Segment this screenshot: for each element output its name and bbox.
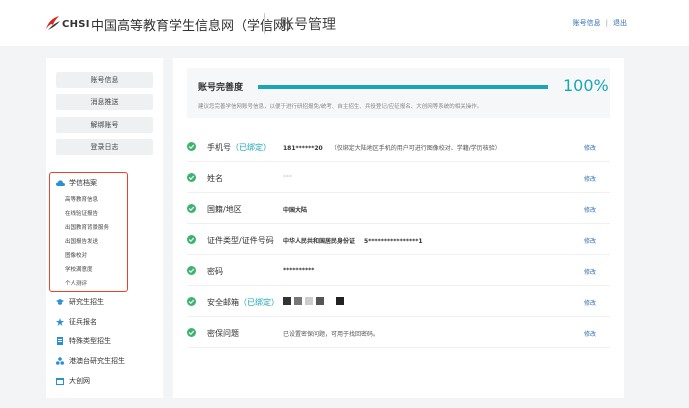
check-circle-icon: [187, 173, 196, 182]
row-label: 密码: [207, 267, 223, 276]
archive-title-label: 学信档案: [69, 179, 97, 187]
sidebar-item-special-admission[interactable]: 特殊类型招生: [56, 336, 111, 346]
completion-note: 建议您完善学信网账号信息，以便于进行研招报免/统考、自主招生、兵役登记/应征报名…: [198, 104, 483, 110]
account-row-id: 证件类型/证件号码 中华人民共和国居民身份证 5****************1…: [187, 225, 610, 255]
row-value: 181******20 （仅绑定大陆地区手机的用户可进行图像校对、学籍/学历核验）: [283, 145, 501, 152]
row-label: 手机号（已绑定）: [207, 143, 271, 152]
id-number: 5****************1: [364, 238, 423, 245]
main-panel: 账号完善度 100% 建议您完善学信网账号信息，以便于进行研招报免/统考、自主招…: [173, 58, 624, 398]
sidebar-item-account-info[interactable]: 账号信息: [56, 72, 153, 88]
edit-password-link[interactable]: 修改: [584, 267, 596, 276]
edit-nationality-link[interactable]: 修改: [584, 205, 596, 214]
archive-item-school-satisfaction[interactable]: 学校满意度: [65, 265, 93, 273]
archive-item-overseas-report[interactable]: 出国报告发送: [65, 237, 98, 245]
sidebar-item-dachuang[interactable]: 大创网: [56, 376, 90, 386]
archive-section: 学信档案 高等教育信息 在线验证报告 出国教育背景服务 出国报告发送 图像校对 …: [49, 172, 128, 292]
page-title: 账号管理: [280, 17, 336, 33]
chsi-logo-icon: [46, 16, 60, 30]
star-icon: [56, 318, 64, 326]
edit-phone-link[interactable]: 修改: [584, 143, 596, 152]
logout-link[interactable]: 退出: [613, 18, 627, 28]
row-label: 安全邮箱（已绑定）: [207, 298, 279, 307]
row-value: ***: [283, 174, 292, 181]
completion-label: 账号完善度: [198, 83, 244, 93]
account-row-nationality: 国籍/地区 中国大陆 修改: [187, 194, 610, 224]
row-value: 中国大陆: [283, 207, 308, 214]
redacted-email: [283, 297, 344, 305]
sidebar-item-conscription[interactable]: 征兵报名: [56, 317, 97, 327]
row-value: **********: [283, 267, 315, 274]
header-divider: [264, 13, 265, 34]
account-row-name: 姓名 *** 修改: [187, 163, 610, 193]
archive-item-overseas-education[interactable]: 出国教育背景服务: [65, 223, 109, 231]
check-circle-icon: [187, 235, 196, 244]
check-circle-icon: [187, 204, 196, 213]
row-note: （仅绑定大陆地区手机的用户可进行图像校对、学籍/学历核验）: [330, 145, 501, 152]
row-label: 国籍/地区: [207, 205, 242, 214]
sidebar: 账号信息 消息推送 解绑账号 登录日志 学信档案 高等教育信息 在线验证报告 出…: [46, 58, 163, 398]
network-icon: [56, 357, 64, 365]
check-circle-icon: [187, 328, 196, 337]
account-row-password: 密码 ********** 修改: [187, 256, 610, 286]
cloud-icon: [56, 180, 65, 186]
check-circle-icon: [187, 297, 196, 306]
bound-status: （已绑定）: [231, 143, 271, 152]
archive-item-higher-education[interactable]: 高等教育信息: [65, 195, 98, 203]
edit-id-link[interactable]: 修改: [584, 236, 596, 245]
account-row-email: 安全邮箱（已绑定） 修改: [187, 287, 610, 317]
archive-item-online-report[interactable]: 在线验证报告: [65, 209, 98, 217]
header-links: 账号信息 | 退出: [573, 18, 627, 28]
completion-panel: 账号完善度 100% 建议您完善学信网账号信息，以便于进行研招报免/统考、自主招…: [187, 68, 610, 118]
edit-email-link[interactable]: 修改: [584, 298, 596, 307]
row-label: 证件类型/证件号码: [207, 236, 274, 245]
check-circle-icon: [187, 266, 196, 275]
bound-status: （已绑定）: [239, 298, 279, 307]
sidebar-link-label: 征兵报名: [69, 318, 97, 326]
edit-name-link[interactable]: 修改: [584, 174, 596, 183]
sidebar-item-hk-macao-taiwan[interactable]: 港澳台研究生招生: [56, 356, 125, 366]
top-header: CHSI 中国高等教育学生信息网（学信网） 账号管理 账号信息 | 退出: [0, 0, 689, 46]
completion-progress-fill: [258, 85, 548, 89]
logo-text: CHSI: [62, 19, 90, 30]
account-row-phone: 手机号（已绑定） 181******20 （仅绑定大陆地区手机的用户可进行图像校对…: [187, 132, 610, 162]
site-name[interactable]: 中国高等教育学生信息网（学信网）: [91, 15, 299, 34]
sidebar-item-unbind-account[interactable]: 解绑账号: [56, 117, 153, 133]
archive-item-image-check[interactable]: 图像校对: [65, 251, 87, 259]
account-row-security-question: 密保问题 已设置密保问题，可用于找回密码。 修改: [187, 318, 610, 348]
sidebar-link-label: 港澳台研究生招生: [69, 357, 125, 365]
sidebar-link-label: 特殊类型招生: [69, 337, 111, 345]
row-label: 密保问题: [207, 329, 239, 338]
sidebar-link-label: 研究生招生: [69, 298, 104, 306]
document-icon: [57, 337, 63, 345]
row-value: 已设置密保问题，可用于找回密码。: [283, 331, 380, 338]
account-info-link[interactable]: 账号信息: [573, 18, 601, 28]
completion-percent: 100%: [563, 76, 609, 95]
check-circle-icon: [187, 142, 196, 151]
row-value: 中华人民共和国居民身份证 5****************1: [283, 238, 423, 245]
edit-security-question-link[interactable]: 修改: [584, 329, 596, 338]
sidebar-link-label: 大创网: [69, 377, 90, 385]
completion-progress-bar: [258, 85, 548, 89]
sidebar-item-login-log[interactable]: 登录日志: [56, 139, 153, 155]
graduation-cap-icon: [56, 299, 64, 305]
sidebar-item-message-push[interactable]: 消息推送: [56, 94, 153, 110]
archive-item-personal-assessment[interactable]: 个人测评: [65, 279, 87, 287]
row-label: 姓名: [207, 174, 223, 183]
header-link-separator: |: [605, 19, 608, 27]
archive-title[interactable]: 学信档案: [56, 178, 97, 188]
sidebar-item-graduate-admission[interactable]: 研究生招生: [56, 297, 104, 307]
calendar-icon: [56, 378, 64, 385]
